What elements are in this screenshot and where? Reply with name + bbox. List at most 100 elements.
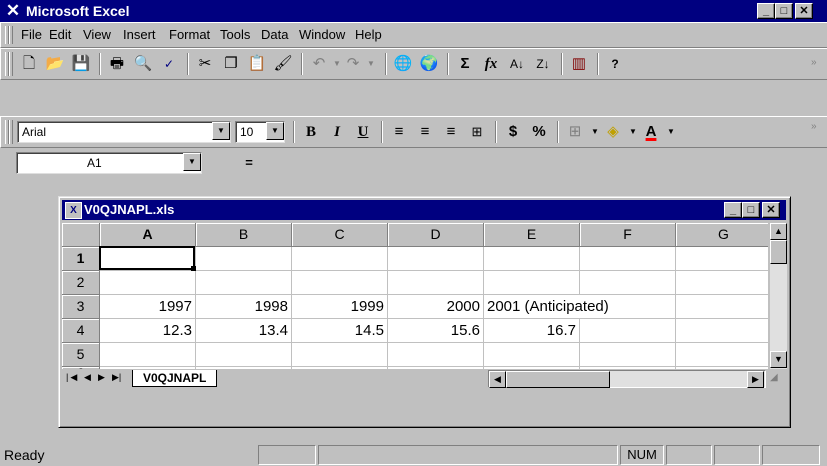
sheet-tab-v0qjnapl[interactable]: V0QJNAPL [132,370,218,387]
hyperlink-icon[interactable]: 🌐 [391,52,415,76]
menu-insert[interactable]: Insert [123,27,156,43]
cell-b6[interactable] [196,367,292,369]
chart-wizard-icon[interactable]: ▥ [567,52,591,76]
cell-c3[interactable]: 1999 [292,295,388,319]
cell-e4[interactable]: 16.7 [484,319,580,343]
cell-d5[interactable] [388,343,484,367]
menu-format[interactable]: Format [169,27,210,43]
minimize-button[interactable]: _ [757,3,775,19]
column-header-b[interactable]: B [196,223,292,247]
scroll-down-icon[interactable]: ▼ [770,351,787,368]
maximize-button[interactable]: □ [775,3,793,19]
font-size-combo[interactable]: 10 ▼ [235,121,285,143]
tab-last-icon[interactable]: ▶| [112,372,121,383]
menu-window[interactable]: Window [299,27,345,43]
cell-g5[interactable] [676,343,768,367]
cell-f3[interactable] [580,295,676,319]
chevron-down-icon[interactable]: ▼ [212,122,230,140]
column-header-c[interactable]: C [292,223,388,247]
select-all-button[interactable] [62,223,100,247]
scroll-right-icon[interactable]: ▶ [747,371,764,388]
formula-input[interactable] [288,152,823,174]
tab-next-icon[interactable]: ▶ [98,372,105,383]
cell-e5[interactable] [484,343,580,367]
function-icon[interactable]: fx [479,52,503,76]
cell-c4[interactable]: 14.5 [292,319,388,343]
paste-icon[interactable]: 📋 [245,52,269,76]
menu-edit[interactable]: Edit [49,27,71,43]
cut-icon[interactable]: ✂ [193,52,217,76]
italic-button[interactable]: I [325,120,349,144]
bold-button[interactable]: B [299,120,323,144]
name-box[interactable]: A1 ▼ [16,152,202,174]
cell-c5[interactable] [292,343,388,367]
scroll-thumb[interactable] [770,240,787,264]
row-header-5[interactable]: 5 [62,343,100,367]
cell-e2[interactable] [484,271,580,295]
cell-b1[interactable] [196,247,292,271]
row-header-2[interactable]: 2 [62,271,100,295]
row-header-1[interactable]: 1 [62,247,100,271]
row-header-4[interactable]: 4 [62,319,100,343]
row-header-3[interactable]: 3 [62,295,100,319]
currency-button[interactable]: $ [501,120,525,144]
active-cell-a1[interactable] [99,246,195,270]
cell-a2[interactable] [100,271,196,295]
save-icon[interactable]: 💾 [69,52,93,76]
cell-c1[interactable] [292,247,388,271]
cell-a3[interactable]: 1997 [100,295,196,319]
horizontal-scrollbar[interactable]: ◀ ▶ [488,370,766,388]
cell-a6[interactable] [100,367,196,369]
cell-f5[interactable] [580,343,676,367]
cell-e6[interactable] [484,367,580,369]
sort-descending-icon[interactable]: Z↓ [531,52,555,76]
open-icon[interactable]: 📂 [43,52,67,76]
cell-g3[interactable] [676,295,768,319]
column-header-d[interactable]: D [388,223,484,247]
vertical-scrollbar[interactable]: ▲ ▼ [770,223,787,369]
toolbar-more-icon[interactable]: » [811,57,817,68]
cell-f2[interactable] [580,271,676,295]
align-left-icon[interactable]: ≡ [387,120,411,144]
workbook-minimize-button[interactable]: _ [724,202,742,218]
cell-d4[interactable]: 15.6 [388,319,484,343]
autosum-icon[interactable]: Σ [453,52,477,76]
cell-g6[interactable] [676,367,768,369]
row-header-6[interactable]: 6 [62,367,100,369]
cell-b2[interactable] [196,271,292,295]
column-header-a[interactable]: A [100,223,196,247]
cell-f6[interactable] [580,367,676,369]
font-color-dropdown-icon[interactable]: ▼ [659,120,683,144]
cell-b4[interactable]: 13.4 [196,319,292,343]
column-header-g[interactable]: G [676,223,768,247]
equals-button[interactable]: = [210,152,288,174]
menu-help[interactable]: Help [355,27,382,43]
cell-b3[interactable]: 1998 [196,295,292,319]
redo-dropdown-icon[interactable]: ▼ [359,52,383,76]
chevron-down-icon[interactable]: ▼ [266,122,284,140]
menu-data[interactable]: Data [261,27,288,43]
sort-ascending-icon[interactable]: A↓ [505,52,529,76]
cell-g4[interactable] [676,319,768,343]
chevron-down-icon[interactable]: ▼ [183,153,201,171]
toolbar-more-icon[interactable]: » [811,121,817,132]
menu-view[interactable]: View [83,27,111,43]
scroll-left-icon[interactable]: ◀ [489,371,506,388]
align-center-icon[interactable]: ≡ [413,120,437,144]
scroll-up-icon[interactable]: ▲ [770,223,787,240]
cell-d6[interactable] [388,367,484,369]
cell-d3[interactable]: 2000 [388,295,484,319]
cell-g1[interactable] [676,247,768,271]
cell-g2[interactable] [676,271,768,295]
tab-prev-icon[interactable]: ◀ [84,372,91,383]
close-button[interactable]: ✕ [795,3,813,19]
new-icon[interactable]: 🗋 [17,52,41,76]
web-toolbar-icon[interactable]: 🌍 [417,52,441,76]
column-header-f[interactable]: F [580,223,676,247]
copy-icon[interactable]: ❐ [219,52,243,76]
spelling-icon[interactable]: ✓ [157,52,181,76]
print-icon[interactable]: 🖶 [105,52,129,76]
underline-button[interactable]: U [351,120,375,144]
cell-c2[interactable] [292,271,388,295]
workbook-close-button[interactable]: ✕ [762,202,780,218]
